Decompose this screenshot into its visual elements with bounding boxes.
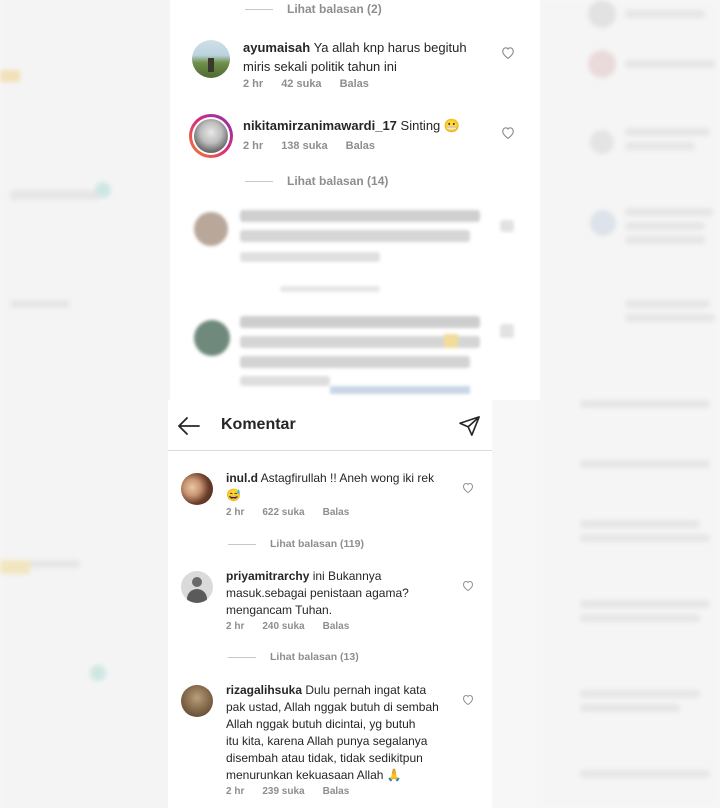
avatar[interactable] <box>181 473 213 505</box>
comment-time: 2 hr <box>226 786 245 797</box>
heart-icon[interactable] <box>462 694 474 705</box>
view-replies-label: Lihat balasan (2) <box>287 2 382 16</box>
comment-text: Allah nggak butuh dicintai, yg butuh <box>226 717 416 731</box>
avatar[interactable] <box>192 40 230 78</box>
avatar-story-ring[interactable] <box>189 114 233 158</box>
comment-text: Sinting <box>400 118 441 133</box>
comment-text: Ya allah knp harus begituh <box>313 40 467 55</box>
heart-icon[interactable] <box>501 126 515 139</box>
divider-line <box>245 180 273 182</box>
divider-line <box>228 543 256 545</box>
reply-button[interactable]: Balas <box>346 140 375 152</box>
comment-likes[interactable]: 239 suka <box>262 786 304 797</box>
emoji: 😅 <box>226 488 241 502</box>
comment-username[interactable]: ayumaisah <box>243 40 310 55</box>
reply-button[interactable]: Balas <box>323 621 350 632</box>
comment-text: itu kita, karena Allah punya segalanya <box>226 734 428 748</box>
comment-text: disembah atau tidak, tidak sedikitpun <box>226 751 423 765</box>
header-title: Komentar <box>221 416 296 433</box>
comment-text: miris sekali politik tahun ini <box>243 59 397 74</box>
arrow-left-icon[interactable] <box>178 417 200 435</box>
comment-likes[interactable]: 240 suka <box>262 621 304 632</box>
avatar[interactable] <box>181 685 213 717</box>
comment-likes[interactable]: 622 suka <box>262 507 304 518</box>
heart-icon[interactable] <box>501 46 515 59</box>
view-replies-label: Lihat balasan (13) <box>270 651 359 663</box>
heart-icon[interactable] <box>462 482 474 493</box>
comment-text: menurunkan kekuasaan Allah <box>226 768 384 782</box>
background-left-blur <box>0 0 170 808</box>
paper-plane-icon[interactable] <box>459 416 481 436</box>
comment-username[interactable]: nikitamirzanimawardi_17 <box>243 118 397 133</box>
comment-time: 2 hr <box>226 621 245 632</box>
view-replies-label: Lihat balasan (14) <box>287 174 389 188</box>
background-right-blur <box>540 0 720 808</box>
avatar[interactable] <box>181 571 213 603</box>
comment-text: ini Bukannya <box>312 569 382 583</box>
comment-username[interactable]: priyamitrarchy <box>226 569 309 583</box>
comment-time: 2 hr <box>243 140 264 152</box>
reply-button[interactable]: Balas <box>340 78 369 90</box>
view-replies-link[interactable]: Lihat balasan (119) <box>228 538 364 550</box>
view-replies-link[interactable]: Lihat balasan (14) <box>245 174 388 188</box>
emoji: 🙏 <box>386 768 402 782</box>
comment-likes[interactable]: 42 suka <box>281 78 321 90</box>
comment-text: Dulu pernah ingat kata <box>305 683 427 697</box>
reply-button[interactable]: Balas <box>323 507 350 518</box>
comment-text: Astagfirullah !! Aneh wong iki rek <box>260 471 435 485</box>
heart-icon[interactable] <box>462 580 474 591</box>
view-replies-link[interactable]: Lihat balasan (13) <box>228 651 359 663</box>
pixelated-comment <box>170 200 540 292</box>
reply-button[interactable]: Balas <box>323 786 350 797</box>
comments-header: Komentar <box>168 400 492 451</box>
comment-text: pak ustad, Allah nggak butuh di sembah <box>226 700 439 714</box>
view-replies-label: Lihat balasan (119) <box>270 538 364 550</box>
view-replies-link[interactable]: Lihat balasan (2) <box>245 2 382 16</box>
comment-username[interactable]: rizagalihsuka <box>226 683 302 697</box>
bottom-comment-panel: Komentar inul.d Astagfirullah !! Aneh wo… <box>168 400 492 808</box>
divider-line <box>245 8 273 10</box>
pixelated-comment <box>170 310 540 400</box>
comment-time: 2 hr <box>226 507 245 518</box>
comment-text: mengancam Tuhan. <box>226 603 333 617</box>
emoji: 😬 <box>443 118 461 133</box>
comment-likes[interactable]: 138 suka <box>281 140 327 152</box>
avatar <box>194 119 228 153</box>
divider-line <box>228 656 256 658</box>
comment-username[interactable]: inul.d <box>226 471 258 485</box>
comment-time: 2 hr <box>243 78 264 90</box>
top-comment-panel: Lihat balasan (2) ayumaisah Ya allah knp… <box>170 0 540 400</box>
comment-text: masuk.sebagai penistaan agama? <box>226 586 409 600</box>
